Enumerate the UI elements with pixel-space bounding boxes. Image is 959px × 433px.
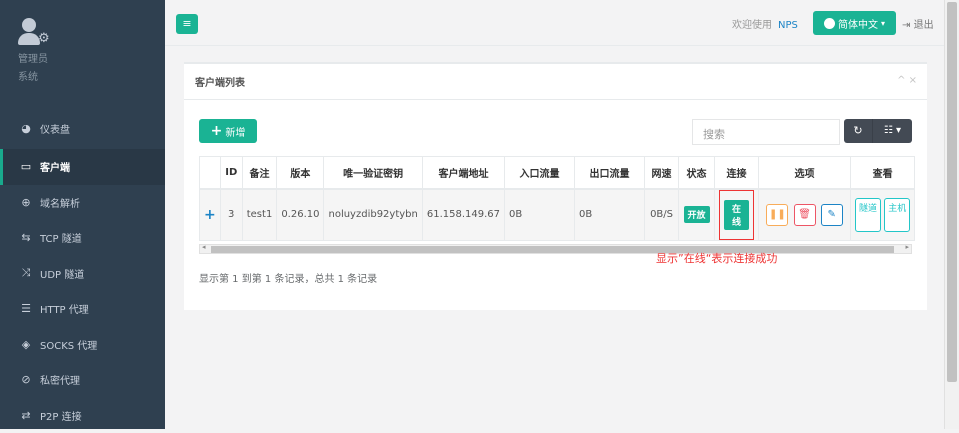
sidebar-item-label: 私密代理 — [40, 372, 80, 387]
client-list-panel: 客户端列表 ^ × + 新增 搜索 ↻ ☷ ▾ ID 备注 版本 唯一验证密钥 … — [184, 62, 927, 310]
eye-slash-icon: ⊘ — [18, 373, 34, 386]
scroll-thumb[interactable] — [211, 246, 894, 253]
cell-id: 3 — [220, 189, 242, 241]
sidebar-item-label: TCP 隧道 — [40, 230, 82, 245]
sidebar-item-label: P2P 连接 — [40, 408, 82, 423]
logout-icon: ⇥ — [902, 20, 910, 31]
col-version[interactable]: 版本 — [277, 157, 324, 189]
col-status[interactable]: 状态 — [679, 157, 715, 189]
shuffle-icon: ⤨ — [18, 266, 34, 280]
monitor-icon: ▭ — [18, 160, 34, 173]
panel-tools[interactable]: ^ × — [897, 75, 917, 86]
profile: ⚙ 管理员 系统 — [0, 0, 165, 108]
language-button[interactable]: 简体中文 ▾ — [813, 11, 896, 35]
sidebar-item-udp[interactable]: ⤨ UDP 隧道 — [0, 256, 165, 292]
columns-button[interactable]: ☷ ▾ — [872, 119, 912, 143]
col-address[interactable]: 客户端地址 — [422, 157, 504, 189]
sidebar-item-label: 仪表盘 — [40, 121, 70, 136]
client-table: ID 备注 版本 唯一验证密钥 客户端地址 入口流量 出口流量 网速 状态 连接… — [199, 156, 915, 241]
cell-speed: 0B/S — [645, 189, 679, 241]
edit-button[interactable]: ✎ — [821, 204, 843, 226]
cell-remark: test1 — [242, 189, 277, 241]
col-options: 选项 — [759, 157, 851, 189]
col-remark[interactable]: 备注 — [242, 157, 277, 189]
welcome-text: 欢迎使用 NPS — [732, 16, 798, 31]
refresh-button[interactable]: ↻ — [844, 119, 872, 143]
server-icon: ☰ — [18, 302, 34, 315]
sidebar-item-label: SOCKS 代理 — [40, 337, 97, 352]
table-row: + 3 test1 0.26.10 noluyzdib92ytybn 61.15… — [200, 189, 915, 241]
col-key[interactable]: 唯一验证密钥 — [324, 157, 422, 189]
sidebar-item-clients[interactable]: ▭ 客户端 — [0, 149, 165, 185]
globe-icon: ⊕ — [18, 196, 34, 209]
arrows-icon: ⇄ — [18, 409, 34, 422]
edit-icon: ✎ — [828, 209, 836, 220]
view-tunnels-button[interactable]: 隧道 — [855, 198, 881, 232]
pagination-summary: 显示第 1 到第 1 条记录，总共 1 条记录 — [199, 270, 377, 285]
globe-icon — [824, 18, 835, 29]
table-horizontal-scrollbar[interactable]: ◂ ▸ — [199, 244, 912, 254]
logout-label: 退出 — [914, 20, 934, 31]
brand-link[interactable]: NPS — [778, 20, 798, 31]
pause-icon: ❚❚ — [769, 209, 786, 220]
search-input[interactable]: 搜索 — [692, 119, 840, 145]
sidebar-item-label: HTTP 代理 — [40, 301, 89, 316]
sidebar-item-domain[interactable]: ⊕ 域名解析 — [0, 185, 165, 221]
dashboard-icon: ◕ — [18, 122, 34, 135]
col-view: 查看 — [851, 157, 915, 189]
sidebar-item-p2p[interactable]: ⇄ P2P 连接 — [0, 398, 165, 433]
exchange-icon: ⇆ — [18, 231, 34, 244]
logout-link[interactable]: ⇥ 退出 — [902, 16, 934, 31]
cell-in-flow: 0B — [505, 189, 575, 241]
sidebar-item-tcp[interactable]: ⇆ TCP 隧道 — [0, 220, 165, 256]
sidebar-item-private[interactable]: ⊘ 私密代理 — [0, 362, 165, 398]
col-expand — [200, 157, 221, 189]
add-label: 新增 — [225, 124, 245, 139]
admin-avatar-icon: ⚙ — [18, 18, 58, 48]
refresh-icon: ↻ — [853, 124, 862, 137]
delete-button[interactable]: 🗑 — [794, 204, 816, 226]
col-speed[interactable]: 网速 — [645, 157, 679, 189]
list-icon: ☷ ▾ — [884, 125, 901, 136]
menu-toggle-button[interactable]: ≡ — [176, 14, 198, 34]
language-label: 简体中文 — [838, 16, 878, 31]
panel-title: 客户端列表 — [184, 64, 927, 100]
status-badge: 开放 — [684, 206, 710, 223]
cell-key: noluyzdib92ytybn — [324, 189, 422, 241]
col-id[interactable]: ID — [220, 157, 242, 189]
table-tools: ↻ ☷ ▾ — [844, 119, 912, 143]
pause-button[interactable]: ❚❚ — [766, 204, 788, 226]
online-badge: 在线 — [724, 200, 749, 230]
expand-row-button[interactable]: + — [204, 207, 216, 223]
plus-icon: + — [211, 123, 223, 139]
view-hosts-button[interactable]: 主机 — [884, 198, 910, 232]
role-name: 管理员 — [18, 54, 165, 66]
table-header-row: ID 备注 版本 唯一验证密钥 客户端地址 入口流量 出口流量 网速 状态 连接… — [200, 157, 915, 189]
role-sub: 系统 — [18, 72, 165, 84]
layers-icon: ◈ — [18, 338, 34, 351]
sidebar-item-dashboard[interactable]: ◕ 仪表盘 — [0, 108, 165, 149]
col-connection[interactable]: 连接 — [715, 157, 759, 189]
cell-version: 0.26.10 — [277, 189, 324, 241]
cell-address: 61.158.149.67 — [422, 189, 504, 241]
annotation-highlight-box: 在线 — [719, 190, 754, 240]
sidebar: ⚙ 管理员 系统 ◕ 仪表盘 ▭ 客户端 ⊕ 域名解析 ⇆ TCP 隧道 ⤨ U… — [0, 0, 165, 429]
sidebar-item-label: UDP 隧道 — [40, 266, 84, 281]
page-scrollbar[interactable] — [944, 0, 959, 429]
annotation-text: 显示”在线“表示连接成功 — [656, 250, 777, 266]
trash-icon: 🗑 — [798, 209, 811, 220]
col-out-flow[interactable]: 出口流量 — [575, 157, 645, 189]
col-in-flow[interactable]: 入口流量 — [505, 157, 575, 189]
scroll-left-icon[interactable]: ◂ — [202, 243, 206, 251]
scroll-right-icon[interactable]: ▸ — [905, 243, 909, 251]
caret-down-icon: ▾ — [881, 19, 885, 28]
sidebar-item-label: 域名解析 — [40, 195, 80, 210]
sidebar-item-socks[interactable]: ◈ SOCKS 代理 — [0, 327, 165, 363]
welcome-label: 欢迎使用 — [732, 20, 772, 31]
sidebar-item-http[interactable]: ☰ HTTP 代理 — [0, 291, 165, 327]
sidebar-item-label: 客户端 — [40, 159, 70, 174]
add-client-button[interactable]: + 新增 — [199, 119, 257, 143]
topbar: ≡ 欢迎使用 NPS 简体中文 ▾ ⇥ 退出 — [165, 0, 944, 46]
cell-out-flow: 0B — [575, 189, 645, 241]
